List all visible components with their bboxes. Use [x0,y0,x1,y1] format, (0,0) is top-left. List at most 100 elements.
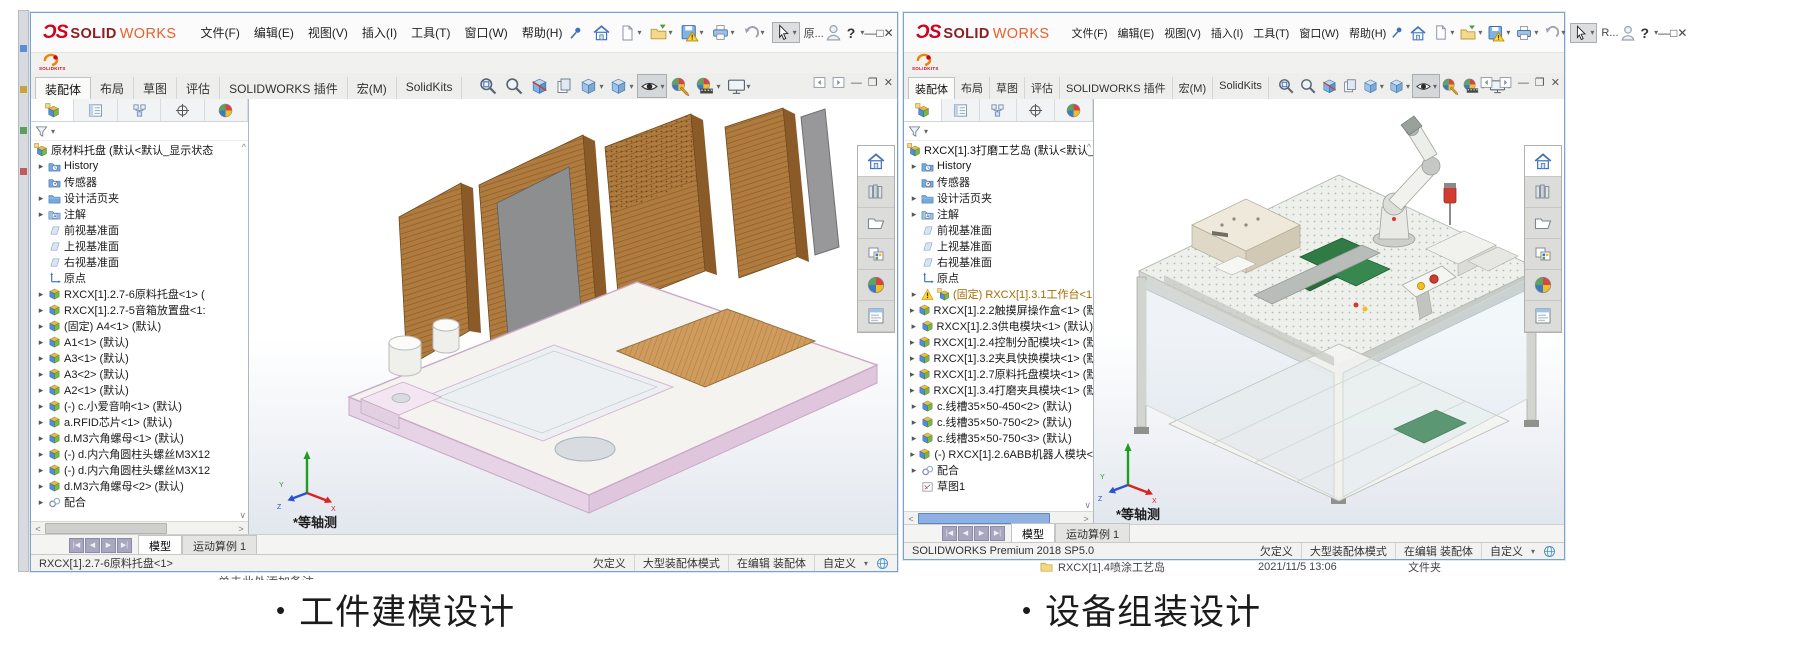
command-tab[interactable]: 装配体 [35,77,91,99]
tree-item[interactable]: ▸(-) RXCX[1].2.6ABB机器人模块< [904,446,1093,462]
tree-item[interactable]: ▸注解 [904,206,1093,222]
tree-item[interactable]: ▸a.RFID芯片<1> (默认) [31,414,248,430]
chevron-down-icon[interactable]: ▾ [716,82,720,91]
tree-item[interactable]: ▸A3<2> (默认) [31,366,248,382]
select-tool-button[interactable]: ▾ [1570,23,1597,43]
tab-scroll-button[interactable]: |◀ [69,538,84,553]
tree-item[interactable]: ▸d.M3六角螺母<2> (默认) [31,478,248,494]
chevron-down-icon[interactable]: ▾ [761,28,765,37]
expand-arrow-icon[interactable]: ▸ [910,449,915,460]
command-tab[interactable]: 布局 [955,77,990,99]
view-orientation-icon[interactable]: ▾ [1360,74,1386,98]
minimize-button[interactable]: — [864,26,876,40]
command-tab[interactable]: 宏(M) [1173,77,1214,99]
expand-arrow-icon[interactable]: ▸ [37,305,45,316]
command-tab[interactable]: 评估 [1025,77,1060,99]
expand-arrow-icon[interactable]: ▸ [910,289,918,300]
doc-minimize-button[interactable]: — [851,77,862,89]
tree-item[interactable]: ▸History [904,158,1093,174]
chevron-down-icon[interactable]: ▾ [629,82,633,91]
apply-scene-icon[interactable]: ▾ [694,74,722,98]
menu-item[interactable]: 工具(T) [1249,22,1293,44]
tab-configurationmanager[interactable] [980,99,1018,121]
expand-arrow-icon[interactable]: ▸ [37,481,45,492]
tree-item[interactable]: ▸配合 [31,494,248,510]
scroll-left-arrow[interactable]: < [904,514,918,524]
tab-featuremanager[interactable] [904,99,942,121]
tree-root-item[interactable]: RXCX[1].3打磨工艺岛 (默认<默认_ ^ [904,141,1093,158]
filter-funnel-icon[interactable] [35,125,48,138]
expand-arrow-icon[interactable]: ▸ [910,321,918,332]
chevron-down-icon[interactable]: ▾ [700,28,704,37]
tree-item[interactable]: ▸配合 [904,462,1093,478]
menu-item[interactable]: 文件(F) [195,21,246,44]
home-button[interactable] [1409,24,1427,42]
command-tab[interactable]: 草图 [990,77,1025,99]
tree-filter[interactable]: ▾ [31,122,248,141]
file-explorer-icon[interactable] [1525,208,1561,239]
close-button[interactable]: ✕ [884,26,894,40]
chevron-down-icon[interactable]: ▾ [599,82,603,91]
print-button[interactable]: ▾ [711,23,735,42]
tree-item[interactable]: ▸(-) d.内六角圆柱头螺丝M3X12 [31,446,248,462]
minimize-button[interactable]: — [1658,26,1670,40]
chevron-down-icon[interactable]: ▾ [1531,547,1535,556]
view-palette-icon[interactable] [1525,239,1561,270]
tab-featuremanager[interactable] [31,99,74,121]
undo-button[interactable]: ▾ [1543,24,1565,41]
tree-horizontal-scrollbar[interactable]: < > [31,521,248,535]
chevron-down-icon[interactable]: ▾ [1478,28,1482,37]
open-button[interactable]: ▾ [649,23,673,42]
tree-scroll-up[interactable]: ^ [242,142,246,152]
tree-item[interactable]: ▸c.线槽35×50-750<3> (默认) [904,430,1093,446]
chevron-down-icon[interactable]: ▾ [1406,82,1410,91]
graphics-viewport[interactable]: Y X Z *等轴测 [249,99,897,535]
expand-arrow-icon[interactable]: ▸ [910,465,918,476]
doc-restore-button[interactable]: ❐ [1535,76,1545,89]
expand-arrow-icon[interactable]: ▸ [37,289,45,300]
taskpane-home-icon[interactable] [858,146,894,177]
tree-item[interactable]: 上视基准面 [31,238,248,254]
globe-icon[interactable] [876,557,889,570]
design-library-icon[interactable] [858,177,894,208]
expand-arrow-icon[interactable]: ▸ [37,449,45,460]
zoom-to-fit-icon[interactable] [1275,74,1297,98]
command-tab[interactable]: 装配体 [908,77,955,99]
tab-displaymanager[interactable] [1055,99,1093,121]
menu-item[interactable]: 插入(I) [1207,22,1247,44]
chevron-down-icon[interactable]: ▾ [1534,28,1538,37]
new-document-button[interactable]: ▾ [618,24,641,42]
zoom-area-icon[interactable] [502,74,526,98]
menu-item[interactable]: 帮助(H) [516,21,569,44]
chevron-down-icon[interactable]: ▾ [924,127,928,136]
globe-icon[interactable] [1543,545,1556,558]
edit-appearance-icon[interactable] [669,74,692,98]
tree-scroll-up[interactable]: ^ [1087,142,1091,152]
scrollbar-thumb[interactable] [45,523,167,534]
expand-arrow-icon[interactable]: ▸ [37,401,45,412]
maximize-button[interactable]: □ [1670,26,1677,40]
tree-item[interactable]: 原点 [904,270,1093,286]
custom-properties-icon[interactable] [1525,301,1561,332]
command-search-label[interactable]: 原... [804,25,824,41]
print-button[interactable]: ▾ [1515,24,1538,42]
tab-dimxpertmanager[interactable] [161,99,204,121]
collapse-right-pane-icon[interactable] [1499,76,1512,89]
tab-scroll-button[interactable]: ▶ [101,538,116,553]
scroll-right-arrow[interactable]: > [1079,514,1093,524]
tab-propertymanager[interactable] [942,99,980,121]
tree-filter[interactable]: ▾ [904,122,1093,141]
tab-scroll-button[interactable]: ▶| [117,538,132,553]
expand-arrow-icon[interactable]: ▸ [37,209,45,220]
new-document-button[interactable]: ▾ [1432,24,1454,41]
tree-item[interactable]: 传感器 [31,174,248,190]
expand-arrow-icon[interactable]: ▸ [37,369,45,380]
menu-item[interactable]: 插入(I) [356,21,403,44]
expand-arrow-icon[interactable]: ▸ [37,321,45,332]
menu-item[interactable]: 工具(T) [405,21,456,44]
tab-propertymanager[interactable] [74,99,117,121]
open-button[interactable]: ▾ [1459,24,1482,42]
tab-scroll-button[interactable]: ▶| [990,526,1005,541]
chevron-down-icon[interactable]: ▾ [51,127,55,136]
chevron-down-icon[interactable]: ▾ [637,28,641,37]
